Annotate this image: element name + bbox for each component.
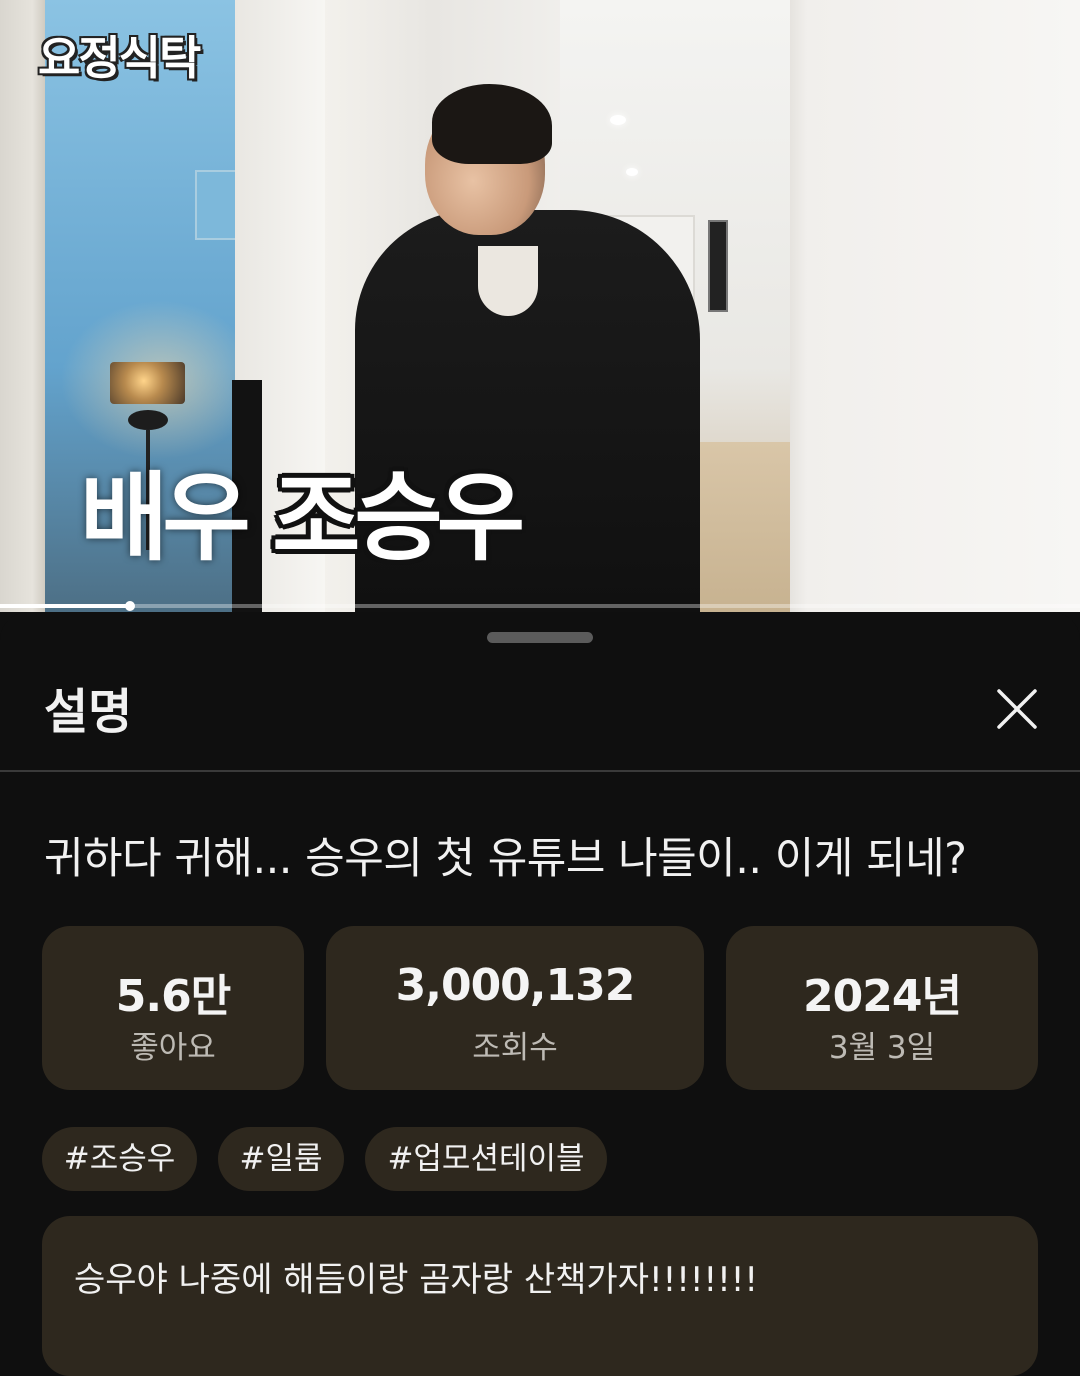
video-progress-bar[interactable] [0,601,1080,611]
video-ceiling-light [626,168,638,176]
video-player[interactable]: 요정식탁 배우 조승우 [0,0,1080,612]
hashtag-chip[interactable]: #조승우 [42,1127,197,1191]
video-lamp [110,362,185,404]
hashtag-chip[interactable]: #업모션테이블 [365,1127,607,1191]
sheet-drag-handle[interactable] [487,632,593,643]
description-text: 승우야 나중에 해듬이랑 곰자랑 산책가자!!!!!!!! [74,1260,759,1300]
likes-label: 좋아요 [130,1030,216,1066]
close-button[interactable] [986,678,1048,740]
views-count: 3,000,132 [395,960,636,1011]
video-person-hair [432,84,552,164]
video-caption-part1: 배우 [80,462,251,574]
video-ceiling-light [610,115,626,125]
video-progress-thumb[interactable] [124,601,135,611]
video-background-frame [195,170,237,240]
video-title: 귀하다 귀해... 승우의 첫 유튜브 나들이.. 이게 되네? [44,834,967,884]
description-box: 승우야 나중에 해듬이랑 곰자랑 산책가자!!!!!!!! [42,1216,1038,1376]
views-stat: 3,000,132 조회수 [326,926,704,1090]
upload-year: 2024년 [803,971,962,1022]
channel-logo: 요정식탁 [38,31,201,85]
video-person-collar [478,246,538,316]
video-background-wall [770,0,1080,612]
video-background-picture [708,220,728,312]
video-caption-part2: 조승우 [272,462,525,574]
upload-date-stat: 2024년 3월 3일 [726,926,1038,1090]
upload-date: 3월 3일 [828,1030,936,1066]
video-caption: 배우 조승우 [80,440,525,579]
likes-count: 5.6만 [115,971,231,1022]
sheet-title: 설명 [44,684,133,740]
close-icon [997,689,1037,729]
hashtag-chip[interactable]: #일룸 [218,1127,344,1191]
sheet-divider [0,770,1080,772]
views-label: 조회수 [472,1030,558,1066]
likes-stat: 5.6만 좋아요 [42,926,304,1090]
video-lamp-base [128,410,168,430]
video-progress-fill [0,604,130,608]
description-sheet: 설명 귀하다 귀해... 승우의 첫 유튜브 나들이.. 이게 되네? 5.6만… [0,612,1080,1376]
